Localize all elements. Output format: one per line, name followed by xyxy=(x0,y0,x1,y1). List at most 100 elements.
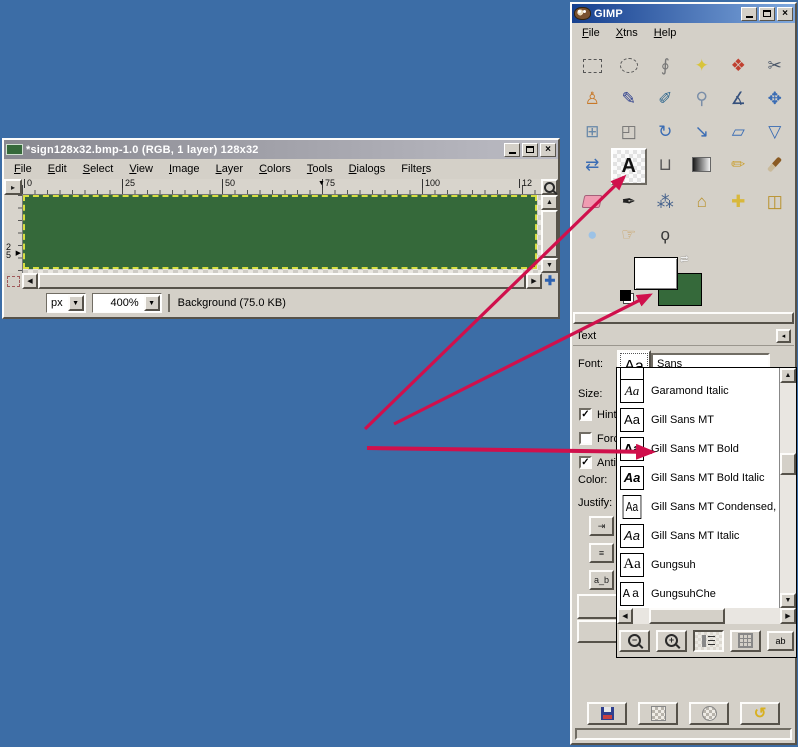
tool-scissors[interactable]: ✂ xyxy=(757,49,794,82)
tool-bucket-fill[interactable]: ⊔ xyxy=(647,148,684,181)
toolbox-titlebar[interactable]: GIMP × xyxy=(572,4,795,23)
checkbox-anti[interactable]: ✓Anti xyxy=(579,456,616,469)
tool-perspective[interactable]: ▽ xyxy=(757,115,794,148)
tool-foreground-select[interactable]: ♙ xyxy=(574,82,611,115)
minimize-button[interactable] xyxy=(741,7,757,21)
zoom-out-button[interactable]: − xyxy=(619,630,650,652)
checkbox-box[interactable] xyxy=(579,432,592,445)
unit-dropdown-arrow[interactable]: ▼ xyxy=(68,295,84,311)
tool-blur[interactable]: ● xyxy=(574,218,611,251)
checkbox-box[interactable]: ✓ xyxy=(579,408,592,421)
menu-layer[interactable]: Layer xyxy=(208,161,252,178)
font-item[interactable]: AaGaramond Italic xyxy=(617,376,779,405)
menu-filters[interactable]: Filters xyxy=(393,161,439,178)
menu-tools[interactable]: Tools xyxy=(299,161,341,178)
quick-mask-toggle[interactable] xyxy=(4,273,22,289)
menu-xtns[interactable]: Xtns xyxy=(608,25,646,42)
tool-rect-select[interactable] xyxy=(574,49,611,82)
vertical-scroll-thumb[interactable] xyxy=(780,453,796,475)
font-item[interactable]: AaGill Sans MT Bold Italic xyxy=(617,463,779,492)
grid-view-button[interactable] xyxy=(730,630,761,652)
tool-ink[interactable]: ✒ xyxy=(611,185,648,218)
tool-perspective-clone[interactable]: ◫ xyxy=(757,185,794,218)
horizontal-scroll-thumb[interactable] xyxy=(38,273,526,289)
vertical-scroll-thumb[interactable] xyxy=(541,210,558,258)
horizontal-scrollbar[interactable]: ◀ ▶ xyxy=(22,273,542,289)
delete-options-button[interactable] xyxy=(689,702,729,725)
tool-smudge[interactable]: ☞ xyxy=(611,218,648,251)
zoom-dropdown-arrow[interactable]: ▼ xyxy=(144,295,160,311)
char-picker-button[interactable]: ab xyxy=(767,631,794,651)
close-button[interactable]: × xyxy=(777,7,793,21)
letter-spacing-button[interactable]: a_b xyxy=(589,570,614,590)
foreground-color-swatch[interactable] xyxy=(634,257,678,290)
restore-options-button[interactable] xyxy=(638,702,678,725)
horizontal-scroll-thumb[interactable] xyxy=(649,608,725,624)
default-colors-icon[interactable] xyxy=(620,290,634,304)
scroll-right-button[interactable]: ▶ xyxy=(526,273,542,289)
maximize-button[interactable] xyxy=(522,143,538,157)
tool-clone[interactable]: ⌂ xyxy=(684,185,721,218)
checkbox-forc[interactable]: Forc xyxy=(579,432,619,445)
popup-horizontal-scrollbar[interactable]: ◀ ▶ xyxy=(617,608,796,624)
indent-button[interactable]: ⇥ xyxy=(589,516,614,536)
tool-select-by-color[interactable]: ❖ xyxy=(720,49,757,82)
scroll-left-button[interactable]: ◀ xyxy=(22,273,38,289)
tool-measure[interactable]: ∡ xyxy=(720,82,757,115)
menu-view[interactable]: View xyxy=(121,161,161,178)
tool-crop[interactable]: ◰ xyxy=(611,115,648,148)
tool-zoom[interactable]: ⚲ xyxy=(684,82,721,115)
vertical-ruler[interactable]: 25 ▶ xyxy=(4,195,23,273)
tool-eraser[interactable] xyxy=(574,185,611,218)
tool-align[interactable]: ⊞ xyxy=(574,115,611,148)
popup-vertical-scrollbar[interactable]: ▲ ▼ xyxy=(780,368,796,608)
reset-options-button[interactable]: ↺ xyxy=(740,702,780,725)
scroll-down-button[interactable]: ▼ xyxy=(780,593,796,608)
scroll-left-button[interactable]: ◀ xyxy=(617,608,633,624)
scroll-right-button[interactable]: ▶ xyxy=(780,608,796,624)
tool-paths[interactable]: ✎ xyxy=(611,82,648,115)
menu-file[interactable]: File xyxy=(574,25,608,42)
pan-navigation-icon[interactable]: ✚ xyxy=(542,273,558,289)
minimize-button[interactable] xyxy=(504,143,520,157)
checkbox-box[interactable]: ✓ xyxy=(579,456,592,469)
zoom-combo[interactable]: 400% ▼ xyxy=(92,293,162,313)
menu-colors[interactable]: Colors xyxy=(251,161,299,178)
font-item[interactable]: AaGungsuh xyxy=(617,550,779,579)
horizontal-ruler[interactable]: 025507510012▼ xyxy=(22,179,541,195)
tool-airbrush[interactable]: ⁂ xyxy=(647,185,684,218)
tool-text[interactable]: A xyxy=(611,148,648,185)
ruler-corner-menu-button[interactable]: ▸ xyxy=(4,179,22,195)
save-options-button[interactable] xyxy=(587,702,627,725)
menu-help[interactable]: Help xyxy=(646,25,685,42)
checkbox-hint[interactable]: ✓Hint xyxy=(579,408,617,421)
unit-combo[interactable]: px ▼ xyxy=(46,293,86,313)
tool-fuzzy-select[interactable]: ✦ xyxy=(684,49,721,82)
tool-heal[interactable]: ✚ xyxy=(720,185,757,218)
tool-flip[interactable]: ⇄ xyxy=(574,148,611,181)
font-item[interactable]: AaGill Sans MT Bold xyxy=(617,434,779,463)
dock-collapse-button[interactable]: ◂ xyxy=(776,329,791,343)
menu-image[interactable]: Image xyxy=(161,161,208,178)
font-item[interactable]: AaGill Sans MT Condensed, C xyxy=(617,492,779,521)
vertical-scrollbar[interactable]: ▲ ▼ xyxy=(541,195,558,273)
font-item[interactable]: AaGill Sans MT xyxy=(617,405,779,434)
font-item[interactable]: AaGill Sans MT Italic xyxy=(617,521,779,550)
tool-scale[interactable]: ↘ xyxy=(684,115,721,148)
zoom-in-button[interactable]: + xyxy=(656,630,687,652)
tool-pencil[interactable]: ✏ xyxy=(720,148,757,181)
line-spacing-button[interactable]: ≡ xyxy=(589,543,614,563)
tool-rotate[interactable]: ↻ xyxy=(647,115,684,148)
tool-dodge-burn[interactable]: ϙ xyxy=(647,218,684,251)
tool-gradient[interactable] xyxy=(684,148,721,181)
tool-ellipse-select[interactable] xyxy=(611,49,648,82)
menu-edit[interactable]: Edit xyxy=(40,161,75,178)
tool-paintbrush[interactable] xyxy=(757,148,794,181)
image-window-titlebar[interactable]: *sign128x32.bmp-1.0 (RGB, 1 layer) 128x3… xyxy=(4,140,558,159)
dock-separator[interactable] xyxy=(573,312,794,324)
tool-shear[interactable]: ▱ xyxy=(720,115,757,148)
maximize-button[interactable] xyxy=(759,7,775,21)
tool-free-select[interactable]: ∮ xyxy=(647,49,684,82)
scroll-up-button[interactable]: ▲ xyxy=(541,195,558,210)
tool-move[interactable]: ✥ xyxy=(757,82,794,115)
